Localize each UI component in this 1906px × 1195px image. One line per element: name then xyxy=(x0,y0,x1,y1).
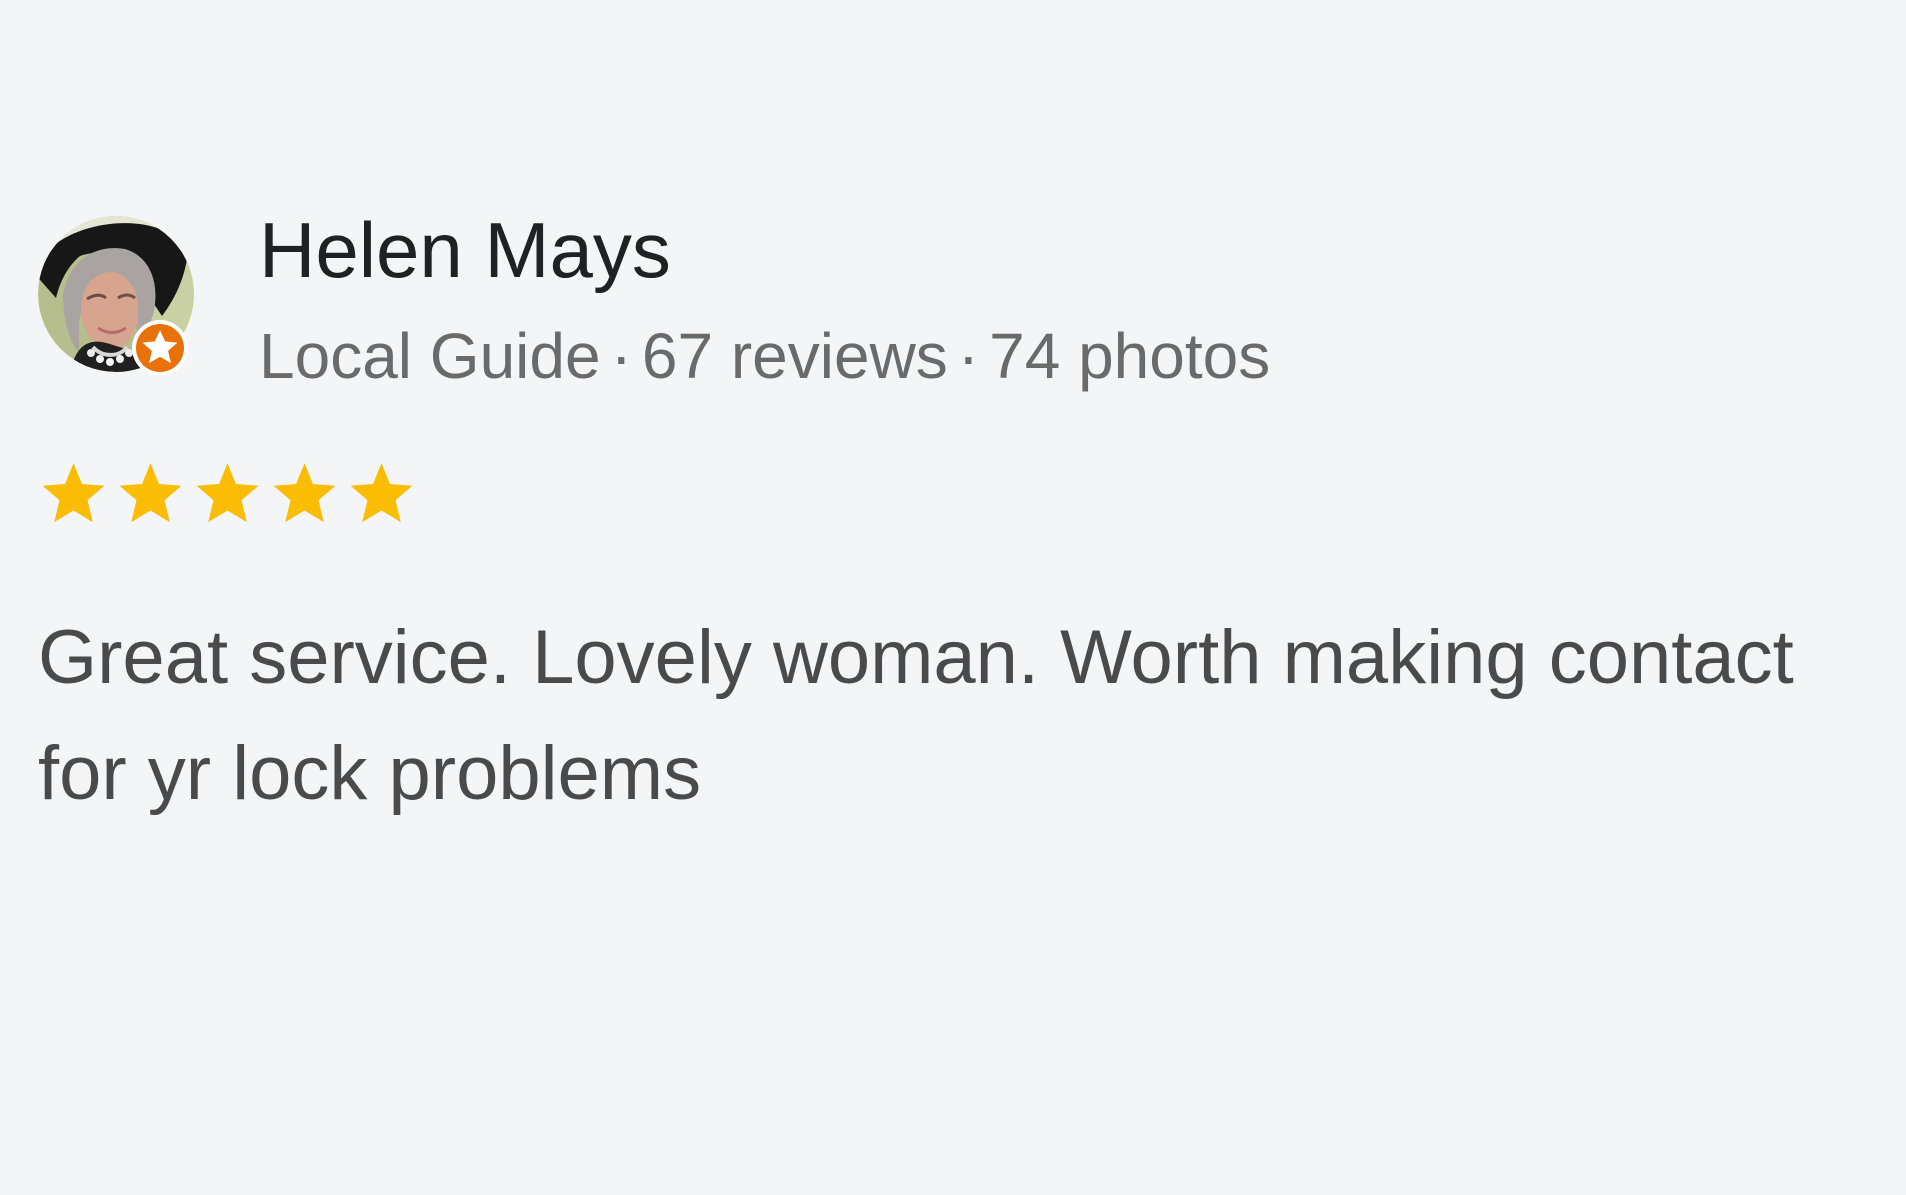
star-rating xyxy=(38,458,417,528)
local-guide-label: Local Guide xyxy=(259,320,601,392)
meta-separator: · xyxy=(610,320,632,392)
star-icon xyxy=(42,463,105,523)
reviewer-meta: Local Guide · 67 reviews · 74 photos xyxy=(259,318,1270,394)
star-icon xyxy=(350,463,413,523)
star-icon xyxy=(119,463,182,523)
reviewer-name[interactable]: Helen Mays xyxy=(259,205,671,295)
local-guide-star-icon xyxy=(132,320,188,376)
star-icon xyxy=(196,463,259,523)
star-icon xyxy=(273,463,336,523)
review-count: 67 reviews xyxy=(641,320,948,392)
meta-separator: · xyxy=(957,320,980,392)
review-text: Great service. Lovely woman. Worth makin… xyxy=(38,615,1794,816)
reviewer-avatar[interactable] xyxy=(38,216,194,376)
review-card: Helen Mays Local Guide · 67 reviews · 74 pho… xyxy=(0,0,1906,1195)
photo-count: 74 photos xyxy=(989,320,1271,392)
